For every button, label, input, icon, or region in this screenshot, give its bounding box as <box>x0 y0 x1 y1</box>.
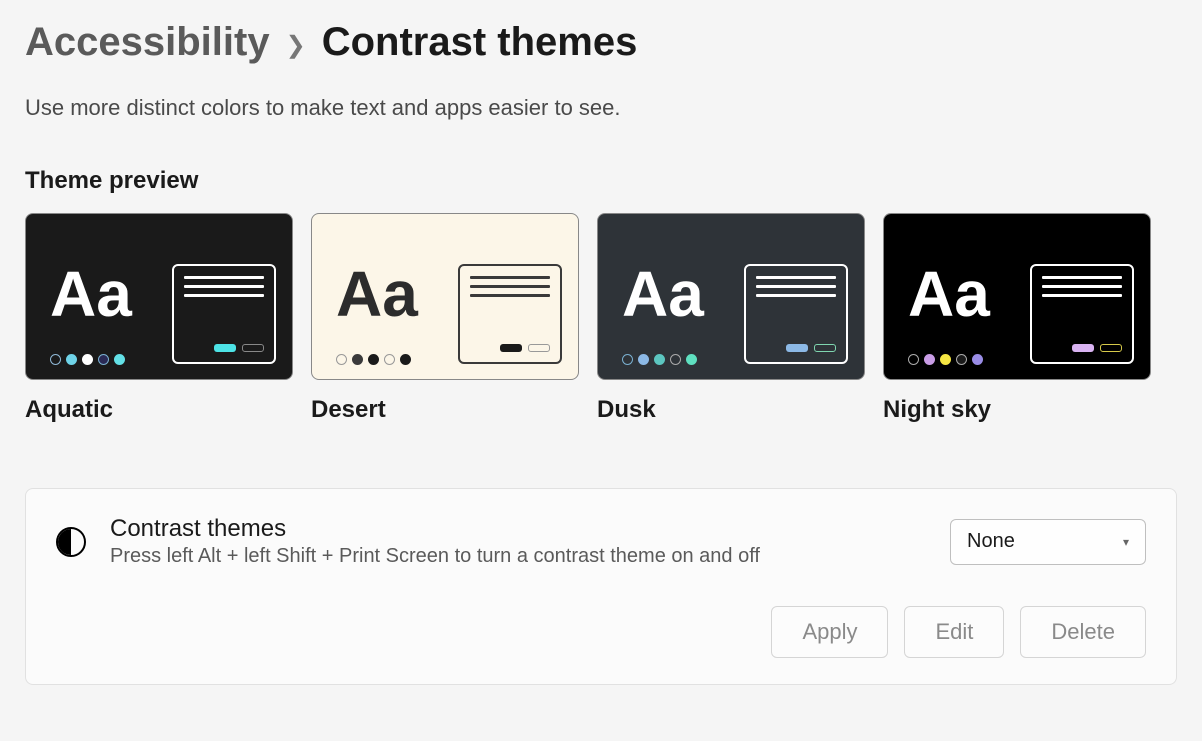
theme-card-night-sky[interactable]: Aa <box>883 213 1151 380</box>
theme-name-label: Dusk <box>597 396 865 424</box>
settings-title: Contrast themes <box>110 515 926 543</box>
delete-button[interactable]: Delete <box>1020 606 1146 658</box>
theme-swatches <box>622 354 697 365</box>
theme-swatches <box>50 354 125 365</box>
theme-name-label: Desert <box>311 396 579 424</box>
dropdown-value: None <box>967 530 1015 553</box>
theme-window-preview <box>1030 264 1134 364</box>
page-title: Contrast themes <box>322 20 638 65</box>
theme-window-preview <box>744 264 848 364</box>
theme-sample-text: Aa <box>50 262 132 326</box>
theme-swatches <box>908 354 983 365</box>
theme-sample-text: Aa <box>908 262 990 326</box>
theme-sample-text: Aa <box>336 262 418 326</box>
theme-card-aquatic[interactable]: Aa <box>25 213 293 380</box>
page-subtitle: Use more distinct colors to make text an… <box>25 95 1177 121</box>
theme-sample-text: Aa <box>622 262 704 326</box>
theme-name-label: Aquatic <box>25 396 293 424</box>
theme-grid: Aa Aquatic Aa Desert Aa Dusk Aa Night sky <box>25 213 1177 424</box>
settings-description: Press left Alt + left Shift + Print Scre… <box>110 545 926 568</box>
apply-button[interactable]: Apply <box>771 606 888 658</box>
theme-swatches <box>336 354 411 365</box>
theme-card-dusk[interactable]: Aa <box>597 213 865 380</box>
theme-window-preview <box>458 264 562 364</box>
chevron-down-icon: ▾ <box>1123 535 1129 549</box>
theme-name-label: Night sky <box>883 396 1151 424</box>
contrast-icon <box>56 527 86 557</box>
theme-dropdown[interactable]: None ▾ <box>950 519 1146 565</box>
breadcrumb-parent[interactable]: Accessibility <box>25 20 270 65</box>
theme-window-preview <box>172 264 276 364</box>
chevron-right-icon: ❯ <box>286 25 306 60</box>
theme-preview-label: Theme preview <box>25 167 1177 195</box>
breadcrumb: Accessibility ❯ Contrast themes <box>25 20 1177 65</box>
theme-card-desert[interactable]: Aa <box>311 213 579 380</box>
contrast-settings-card: Contrast themes Press left Alt + left Sh… <box>25 488 1177 685</box>
edit-button[interactable]: Edit <box>904 606 1004 658</box>
